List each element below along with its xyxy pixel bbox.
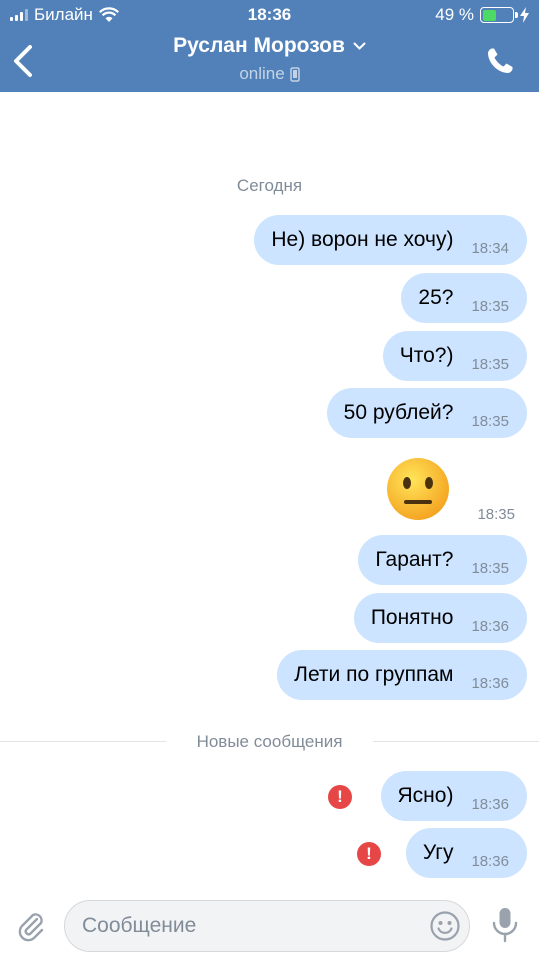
message-text: Что?) — [399, 344, 454, 367]
message-bubble[interactable]: 25? 18:35 — [401, 273, 527, 323]
smile-icon — [430, 911, 460, 941]
message-time: 18:35 — [471, 412, 509, 430]
new-messages-label: Новые сообщения — [196, 732, 343, 751]
message-time: 18:35 — [471, 559, 509, 577]
message-bubble[interactable]: 50 рублей? 18:35 — [326, 388, 527, 438]
message-text: Не) ворон не хочу) — [271, 228, 454, 251]
message-bubble[interactable]: Не) ворон не хочу) 18:34 — [254, 215, 527, 265]
message-field[interactable] — [64, 900, 470, 952]
online-label: online — [239, 64, 285, 83]
status-bar: Билайн 18:36 49 % — [0, 0, 539, 30]
battery-icon — [480, 7, 518, 23]
message-time: 18:36 — [471, 674, 509, 692]
chat-header: Билайн 18:36 49 % Руслан Морозов online — [0, 0, 539, 92]
phone-icon — [488, 48, 513, 73]
message-text: Гарант? — [375, 548, 454, 571]
message-text: Ясно) — [397, 784, 454, 807]
message-bubble[interactable]: Ясно) 18:36 — [380, 771, 527, 821]
message-text: Угу — [422, 841, 454, 864]
message-time: 18:35 — [471, 297, 509, 315]
message-text: 50 рублей? — [343, 401, 454, 424]
paperclip-icon — [18, 913, 44, 942]
message-time: 18:36 — [471, 852, 509, 870]
message-list[interactable]: Сегодня Не) ворон не хочу) 18:34 25? 18:… — [0, 92, 539, 889]
composer — [0, 889, 539, 960]
divider-line — [373, 741, 539, 742]
message-time: 18:34 — [471, 239, 509, 257]
message-text: Понятно — [370, 606, 454, 629]
contact-title[interactable]: Руслан Морозов — [173, 34, 366, 58]
message-text: 25? — [418, 286, 454, 309]
error-icon[interactable]: ! — [328, 785, 352, 809]
attach-button[interactable] — [14, 909, 48, 943]
date-separator: Сегодня — [236, 176, 303, 195]
contact-name: Руслан Морозов — [173, 34, 345, 57]
message-input[interactable] — [82, 901, 422, 951]
message-time: 18:35 — [471, 355, 509, 373]
message-time: 18:36 — [471, 617, 509, 635]
chevron-down-icon — [353, 42, 366, 50]
message-time: 18:36 — [471, 795, 509, 813]
emoji-button[interactable] — [429, 910, 461, 942]
online-status: online — [239, 64, 300, 84]
message-bubble[interactable]: Понятно 18:36 — [353, 593, 527, 643]
new-messages-divider: Новые сообщения — [0, 732, 539, 752]
message-bubble[interactable]: Лети по группам 18:36 — [277, 650, 527, 700]
battery-percent: 49 % — [435, 5, 474, 24]
mobile-icon — [289, 66, 300, 82]
microphone-icon — [492, 908, 518, 943]
charging-icon — [520, 7, 529, 23]
neutral-face-emoji-icon[interactable] — [385, 456, 451, 522]
call-button[interactable] — [485, 46, 515, 76]
error-icon[interactable]: ! — [357, 842, 381, 866]
message-bubble[interactable]: Угу 18:36 — [405, 828, 527, 878]
message-time: 18:35 — [477, 506, 515, 523]
message-bubble[interactable]: Что?) 18:35 — [382, 331, 527, 381]
message-bubble[interactable]: Гарант? 18:35 — [358, 535, 527, 585]
voice-message-button[interactable] — [490, 906, 520, 944]
message-text: Лети по группам — [294, 663, 454, 686]
